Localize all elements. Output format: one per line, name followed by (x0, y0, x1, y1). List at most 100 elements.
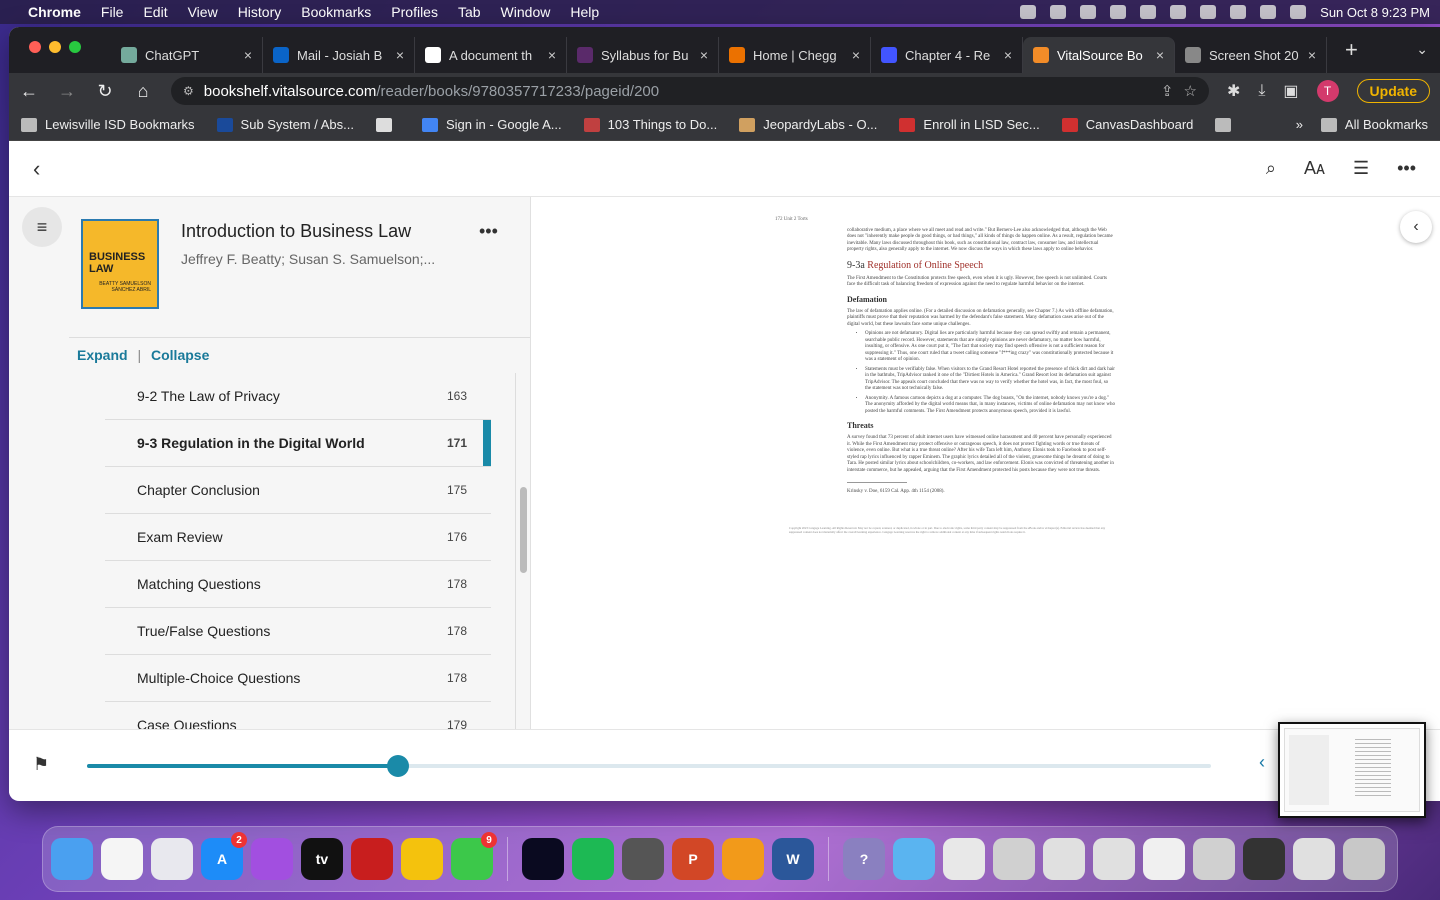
collapse-link[interactable]: Collapse (151, 347, 209, 363)
toc-item[interactable]: 9-2 The Law of Privacy 163 (105, 373, 491, 420)
update-button[interactable]: Update (1356, 79, 1430, 103)
bookmark-page-icon[interactable]: ⚑ (33, 754, 49, 775)
back-icon[interactable]: ← (19, 81, 39, 102)
bookmark-item[interactable]: Lewisville ISD Bookmarks (21, 117, 195, 132)
status-icon[interactable] (1020, 5, 1037, 19)
share-icon[interactable]: ⇪ (1161, 82, 1174, 100)
page-progress-slider[interactable] (87, 755, 1211, 777)
launchpad-icon[interactable] (151, 838, 193, 880)
spotify-icon[interactable] (572, 838, 614, 880)
toc-item[interactable]: 9-3 Regulation in the Digital World 171 (105, 420, 491, 467)
side-panel-icon[interactable]: ▣ (1283, 81, 1298, 101)
toc-item[interactable]: Exam Review 176 (105, 514, 491, 561)
contents-menu-icon[interactable]: ≡ (22, 207, 62, 247)
doc-preview-5-icon[interactable] (1193, 838, 1235, 880)
close-tab-icon[interactable]: × (700, 47, 708, 63)
all-bookmarks-folder[interactable]: All Bookmarks (1320, 117, 1428, 132)
collapse-panel-icon[interactable]: ‹ (1400, 211, 1432, 243)
menu-bookmarks[interactable]: Bookmarks (301, 4, 371, 20)
doc-preview-1-icon[interactable] (993, 838, 1035, 880)
toc-item[interactable]: Multiple-Choice Questions 178 (105, 655, 491, 702)
bluetooth-icon[interactable] (1200, 5, 1217, 19)
screenshot-thumbnail[interactable] (1278, 722, 1426, 818)
bookmark-item[interactable]: JeopardyLabs - O... (739, 117, 877, 132)
bookmark-item[interactable]: 103 Things to Do... (583, 117, 717, 132)
close-tab-icon[interactable]: × (1004, 47, 1012, 63)
browser-tab[interactable]: Screen Shot 20 × (1175, 37, 1327, 73)
control-center-icon[interactable] (1290, 5, 1307, 19)
browser-tab[interactable]: Syllabus for Bu × (567, 37, 719, 73)
browser-tab[interactable]: ChatGPT × (111, 37, 263, 73)
apple-tv-icon[interactable]: tv (301, 838, 343, 880)
toc-item[interactable]: True/False Questions 178 (105, 608, 491, 655)
site-info-icon[interactable]: ⚙ (183, 84, 194, 98)
photos-icon[interactable] (101, 838, 143, 880)
bookmark-item[interactable] (1215, 117, 1239, 132)
search-icon[interactable]: ⌕ (1266, 158, 1276, 179)
study-tools-icon[interactable]: ☰ (1353, 158, 1369, 179)
close-tab-icon[interactable]: × (1308, 47, 1316, 63)
finder-icon[interactable] (51, 838, 93, 880)
app-store-icon[interactable]: A2 (201, 832, 247, 880)
folder-icon[interactable] (893, 838, 935, 880)
webex-icon[interactable] (522, 838, 564, 880)
browser-tab[interactable]: Home | Chegg × (719, 37, 871, 73)
bookmark-item[interactable]: Enroll in LISD Sec... (899, 117, 1040, 132)
menu-window[interactable]: Window (501, 4, 551, 20)
close-tab-icon[interactable]: × (396, 47, 404, 63)
forward-icon[interactable]: → (57, 81, 77, 102)
bookmark-item[interactable]: CanvasDashboard (1061, 117, 1193, 132)
bookmark-item[interactable]: Sub System / Abs... (216, 117, 354, 132)
search-icon[interactable] (1260, 5, 1277, 19)
podcasts-icon[interactable] (251, 838, 293, 880)
doc-preview-2-icon[interactable] (1043, 838, 1085, 880)
status-icon[interactable] (1110, 5, 1127, 19)
screenshot-icon[interactable] (622, 838, 664, 880)
chrome-icon[interactable] (401, 838, 443, 880)
extensions-icon[interactable]: ✱ (1227, 81, 1240, 101)
text-size-icon[interactable]: Aᴀ (1304, 158, 1325, 179)
doc-preview-4-icon[interactable] (1143, 838, 1185, 880)
more-options-icon[interactable]: ••• (1397, 158, 1416, 179)
bookmark-item[interactable] (376, 117, 400, 132)
address-bar[interactable]: ⚙ bookshelf.vitalsource.com/reader/books… (171, 77, 1209, 105)
more-bookmarks-icon[interactable]: » (1296, 117, 1303, 132)
toc-item[interactable]: Matching Questions 178 (105, 561, 491, 608)
clock[interactable]: Sun Oct 8 9:23 PM (1320, 5, 1430, 20)
messages-icon[interactable]: 9 (451, 832, 497, 880)
tab-search-icon[interactable]: ⌄ (1416, 41, 1428, 58)
menu-view[interactable]: View (188, 4, 218, 20)
png-file-icon[interactable] (943, 838, 985, 880)
close-tab-icon[interactable]: × (548, 47, 556, 63)
expand-link[interactable]: Expand (77, 347, 128, 363)
menu-file[interactable]: File (101, 4, 124, 20)
doc-preview-6-icon[interactable] (1243, 838, 1285, 880)
close-tab-icon[interactable]: × (852, 47, 860, 63)
progress-knob[interactable] (387, 755, 410, 777)
keynote-icon[interactable] (722, 838, 764, 880)
wifi-icon[interactable] (1140, 5, 1157, 19)
status-icon[interactable] (1080, 5, 1097, 19)
acrobat-icon[interactable] (351, 838, 393, 880)
menu-tab[interactable]: Tab (458, 4, 481, 20)
doc-preview-7-icon[interactable] (1293, 838, 1335, 880)
download-icon[interactable]: ⤓ (1258, 82, 1265, 100)
menu-profiles[interactable]: Profiles (391, 4, 438, 20)
book-cover[interactable]: BUSINESS LAW BEATTY SAMUELSON SÁNCHEZ AB… (81, 219, 159, 309)
browser-tab[interactable]: Chapter 4 - Re × (871, 37, 1023, 73)
previous-page-icon[interactable]: ‹ (1259, 752, 1265, 773)
battery-icon[interactable] (1230, 5, 1247, 19)
doc-preview-3-icon[interactable] (1093, 838, 1135, 880)
menu-help[interactable]: Help (570, 4, 599, 20)
help-icon[interactable]: ? (843, 838, 885, 880)
home-icon[interactable]: ⌂ (133, 81, 153, 102)
status-icon[interactable] (1050, 5, 1067, 19)
back-to-bookshelf-icon[interactable]: ‹ (33, 156, 40, 182)
trash-icon[interactable] (1343, 838, 1385, 880)
menu-history[interactable]: History (238, 4, 282, 20)
new-tab-button[interactable]: + (1345, 37, 1358, 63)
bookmark-star-icon[interactable]: ☆ (1183, 82, 1196, 100)
minimize-window-button[interactable] (49, 41, 61, 53)
menu-app-name[interactable]: Chrome (28, 4, 81, 20)
word-icon[interactable]: W (772, 838, 814, 880)
